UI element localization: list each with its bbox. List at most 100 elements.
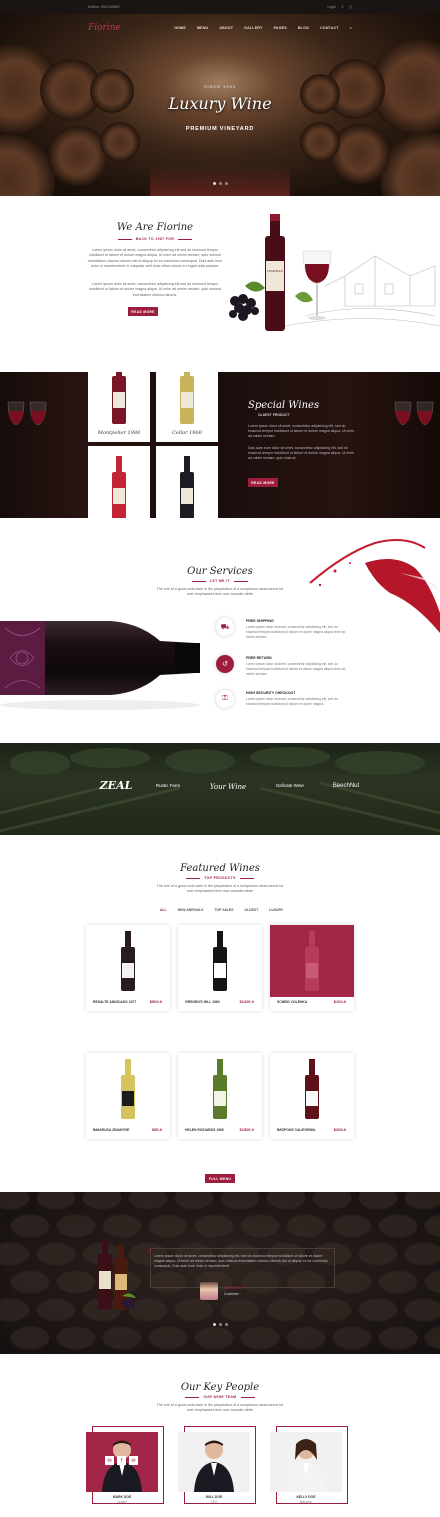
- special-wine-card[interactable]: Montpelier 1988: [88, 372, 150, 442]
- cork-shape: [378, 1270, 418, 1294]
- tab-top-sales[interactable]: TOP SALES: [214, 908, 233, 912]
- slider-dot[interactable]: [219, 182, 222, 185]
- cork-shape: [10, 1270, 50, 1294]
- cork-shape: [404, 1192, 440, 1210]
- slider-dot[interactable]: [219, 1323, 222, 1326]
- team-intro: The role of a good cook ware in the prep…: [156, 1403, 284, 1413]
- nav-item-blog[interactable]: BLOG: [298, 26, 309, 30]
- nav-item-contact[interactable]: CONTACT: [320, 26, 339, 30]
- nav-item-about[interactable]: ABOUT: [219, 26, 233, 30]
- cork-shape: [0, 1298, 30, 1322]
- barrel-image: [380, 132, 440, 196]
- special-wines-section: Montpelier 1988 Cellar 1960 Chardonay 20…: [0, 372, 440, 518]
- brand-logo[interactable]: BeechNut: [318, 783, 374, 789]
- share-icon[interactable]: ✉: [129, 1456, 138, 1465]
- slider-dot[interactable]: [225, 1323, 228, 1326]
- product-card[interactable]: GREGEN'S HILL 1960 $1200.0: [178, 925, 262, 1011]
- product-card[interactable]: RESALTE ANNICADO 1977 $500.0: [86, 925, 170, 1011]
- product-card[interactable]: HELEN RICHARDS 1960 $1500.0: [178, 1053, 262, 1139]
- cork-shape: [266, 1192, 306, 1210]
- tab-all[interactable]: ALL: [160, 908, 167, 912]
- special-wine-card[interactable]: Agaveta Reserva 1970: [156, 446, 218, 518]
- cork-shape: [194, 1326, 234, 1350]
- cork-shape: [36, 1298, 76, 1322]
- nav-item-menu[interactable]: MENU: [197, 26, 208, 30]
- return-icon: ↺: [216, 655, 234, 673]
- product-price: $1200.0: [239, 999, 254, 1004]
- cork-shape: [286, 1214, 326, 1238]
- full-menu-button[interactable]: FULL MENU: [205, 1174, 235, 1183]
- slider-dot[interactable]: [225, 182, 228, 185]
- brand-logo[interactable]: Delicate Wine: [262, 783, 318, 788]
- team-member-card[interactable]: WILL DOE CEO: [178, 1426, 256, 1506]
- special-wine-card[interactable]: Cellar 1960: [156, 372, 218, 442]
- login-link[interactable]: Login: [328, 5, 337, 9]
- team-section: Our Key People OUR WINE TEAM The role of…: [0, 1354, 440, 1517]
- service-title: HIGH SECURITY CHECKOUT: [246, 691, 296, 695]
- services-subtitle: LET ME IT: [140, 579, 300, 583]
- team-member-card[interactable]: ✉ f ✉ MARK DOE Leader: [86, 1426, 164, 1506]
- mail-icon[interactable]: ✉: [105, 1456, 114, 1465]
- about-paragraph-1: Lorem ipsum dolor sit amet, consectetur …: [87, 248, 223, 269]
- hotline-text: Hotline: 0912345567: [88, 5, 121, 9]
- about-title: We Are Fiorine: [116, 222, 194, 233]
- featured-subtitle: TOP PRODUCTS: [140, 876, 300, 880]
- cork-shape: [102, 1326, 142, 1350]
- cork-shape: [148, 1214, 188, 1238]
- product-card[interactable]: BIMARUSA ZINANTHE $50.0: [86, 1053, 170, 1139]
- product-card[interactable]: BESPOKE CALIFORNIA $200.0: [270, 1053, 354, 1139]
- product-name: BIMARUSA ZINANTHE: [93, 1128, 130, 1132]
- brand-logo[interactable]: Your Wine: [200, 783, 256, 791]
- top-bar: Hotline: 0912345567 Login ⚲ ◫: [0, 0, 440, 14]
- barrel-image: [330, 124, 390, 184]
- cork-shape: [10, 1214, 50, 1238]
- wine-bottle-icon: [213, 1059, 227, 1119]
- wine-bottle-image: [180, 372, 194, 424]
- special-subtitle: OLDEST PRODUCT: [258, 413, 290, 417]
- nav-item-home[interactable]: HOME: [174, 26, 186, 30]
- team-member-card[interactable]: KELLY DOE Manager: [270, 1426, 348, 1506]
- special-read-more-button[interactable]: READ MORE: [248, 478, 278, 487]
- read-more-button[interactable]: READ MORE: [128, 307, 158, 316]
- product-image: [270, 925, 354, 997]
- site-logo[interactable]: Fiorine: [88, 23, 121, 33]
- brand-logo[interactable]: Rustic Farm: [140, 783, 196, 788]
- product-name: SCHEID VOLENKA: [277, 1000, 308, 1004]
- special-wine-card[interactable]: Chardonay 2011: [88, 446, 150, 518]
- nav-item-gallery[interactable]: GALLERY: [244, 26, 262, 30]
- product-name: RESALTE ANNICADO 1977: [93, 1000, 137, 1004]
- about-subtitle: BACK TO 1987 FOR: [80, 237, 230, 241]
- special-wine-name: Montpelier 1988: [97, 430, 141, 436]
- cork-shape: [36, 1192, 76, 1210]
- product-card[interactable]: SCHEID VOLENKA $100.0: [270, 925, 354, 1011]
- product-image: [178, 1053, 262, 1125]
- hero-since-text: SINCE 1994: [203, 84, 237, 89]
- services-section: Our Services LET ME IT The role of a goo…: [0, 518, 440, 743]
- brands-section: ZEAL Rustic Farm Your Wine Delicate Wine Bee…: [0, 743, 440, 835]
- person-icon: [194, 1440, 234, 1492]
- wine-bottle-icon: [213, 931, 227, 991]
- brand-logo[interactable]: ZEAL: [88, 779, 144, 792]
- member-role: Manager: [299, 1500, 313, 1504]
- cork-shape: [56, 1270, 96, 1294]
- cork-shape: [194, 1214, 234, 1238]
- slider-dot[interactable]: [213, 182, 216, 185]
- tab-new-arrivals[interactable]: NEW ARRIVALS: [178, 908, 204, 912]
- cork-shape: [220, 1298, 260, 1322]
- wine-bottle-icon: [121, 1059, 135, 1119]
- service-description: Lorem ipsum dolor sit amet, consectetur …: [246, 625, 346, 639]
- search-icon[interactable]: ⌕: [350, 26, 352, 30]
- cellar-floor: [150, 164, 290, 196]
- facebook-icon[interactable]: f: [117, 1456, 126, 1465]
- cork-shape: [240, 1214, 280, 1238]
- slider-dot[interactable]: [213, 1323, 216, 1326]
- member-name: WILL DOE: [205, 1495, 223, 1499]
- tab-luxury[interactable]: LUXURY: [269, 908, 283, 912]
- nav-item-pages[interactable]: PAGES: [274, 26, 287, 30]
- cart-icon[interactable]: ◫: [349, 5, 352, 9]
- wine-vineyard-illustration: CHATEAU: [229, 214, 440, 331]
- wine-bottles-image: [98, 1239, 136, 1310]
- search-icon[interactable]: ⚲: [341, 5, 344, 9]
- cork-shape: [332, 1326, 372, 1350]
- tab-oldest[interactable]: OLDEST: [245, 908, 259, 912]
